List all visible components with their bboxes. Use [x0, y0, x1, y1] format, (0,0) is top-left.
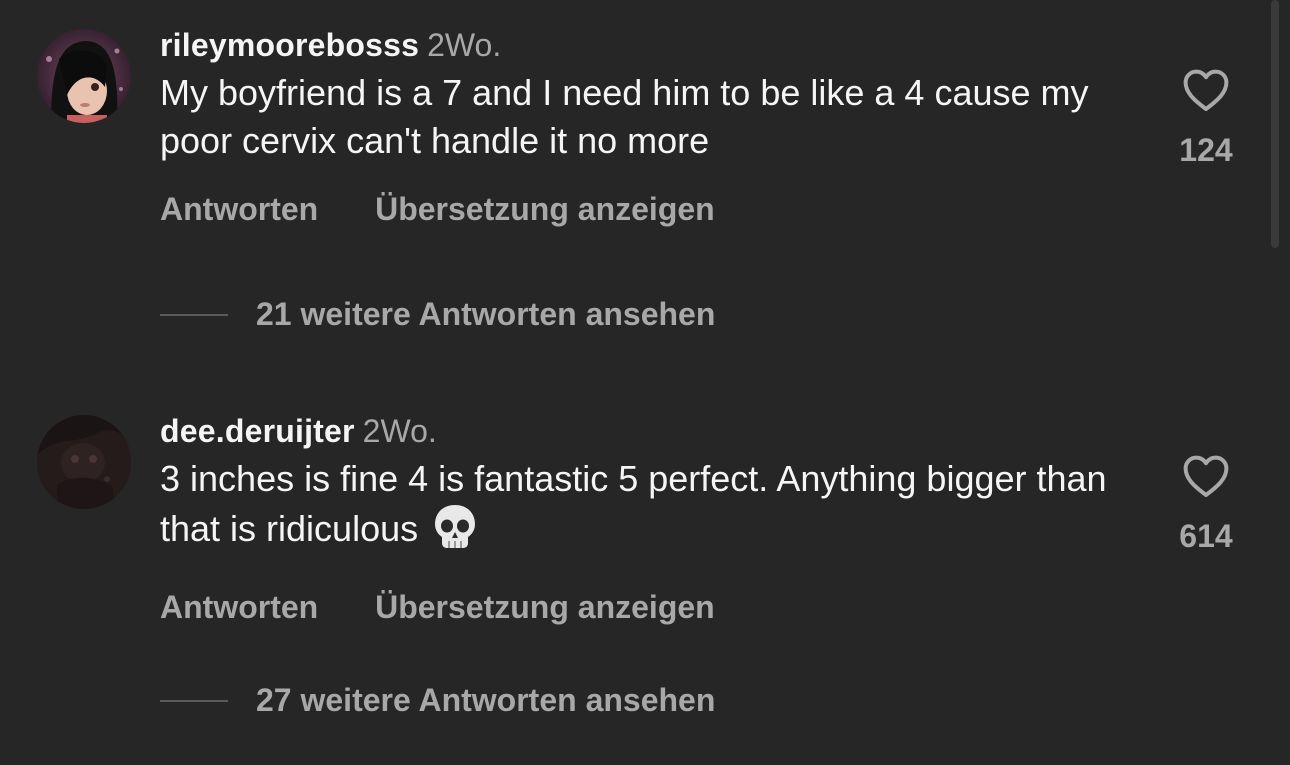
comment-text: 3 inches is fine 4 is fantastic 5 perfec… [160, 455, 1120, 563]
comment-item: rileymoorebosss 2Wo. My boyfriend is a 7 … [0, 0, 1270, 360]
scrollbar[interactable] [1271, 0, 1279, 248]
comment-body: rileymoorebosss 2Wo. My boyfriend is a 7 … [160, 25, 1120, 229]
view-replies-label: 27 weitere Antworten ansehen [256, 682, 716, 718]
username[interactable]: dee.deruijter [160, 413, 355, 449]
avatar[interactable] [37, 29, 131, 123]
comment-item: dee.deruijter 2Wo. 3 inches is fine 4 is … [0, 386, 1270, 765]
reply-button[interactable]: Antworten [160, 191, 318, 227]
comment-body: dee.deruijter 2Wo. 3 inches is fine 4 is … [160, 411, 1120, 627]
comment-actions: Antworten Übersetzung anzeigen [160, 189, 1120, 229]
translate-button[interactable]: Übersetzung anzeigen [375, 191, 715, 227]
timestamp: 2Wo. [362, 413, 437, 449]
comment-actions: Antworten Übersetzung anzeigen [160, 587, 1120, 627]
like-control: 614 [1166, 454, 1246, 556]
replies-divider [160, 699, 228, 702]
avatar-image [37, 29, 131, 123]
heart-outline-icon[interactable] [1182, 68, 1230, 112]
avatar[interactable] [37, 415, 131, 509]
like-count: 614 [1179, 518, 1233, 554]
comments-screen: rileymoorebosss 2Wo. My boyfriend is a 7 … [0, 0, 1290, 765]
comment-header: rileymoorebosss 2Wo. [160, 25, 1120, 65]
comment-text: My boyfriend is a 7 and I need him to be… [160, 72, 1089, 161]
timestamp: 2Wo. [427, 27, 502, 63]
reply-button[interactable]: Antworten [160, 589, 318, 625]
like-count: 124 [1179, 132, 1233, 168]
view-replies-button[interactable]: 21 weitere Antworten ansehen [160, 294, 715, 334]
heart-outline-icon[interactable] [1182, 454, 1230, 498]
translate-button[interactable]: Übersetzung anzeigen [375, 589, 715, 625]
comment-header: dee.deruijter 2Wo. [160, 411, 1120, 451]
comment-text-content: 3 inches is fine 4 is fantastic 5 perfec… [160, 458, 1107, 549]
like-control: 124 [1166, 68, 1246, 170]
avatar-image [37, 415, 131, 509]
username[interactable]: rileymoorebosss [160, 27, 419, 63]
replies-divider [160, 313, 228, 316]
view-replies-label: 21 weitere Antworten ansehen [256, 296, 716, 332]
skull-emoji [432, 503, 478, 563]
view-replies-button[interactable]: 27 weitere Antworten ansehen [160, 680, 715, 720]
